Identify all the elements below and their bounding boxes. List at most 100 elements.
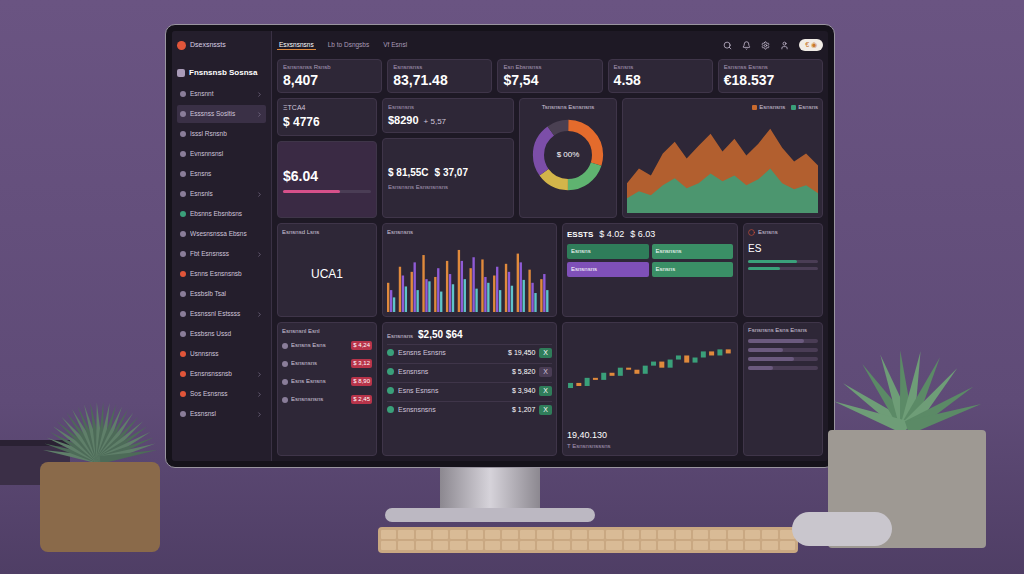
key[interactable] <box>624 541 639 550</box>
key[interactable] <box>641 541 656 550</box>
key[interactable] <box>433 541 448 550</box>
key[interactable] <box>710 541 725 550</box>
gear-icon[interactable] <box>761 41 770 50</box>
key[interactable] <box>450 541 465 550</box>
key[interactable] <box>693 530 708 539</box>
bar <box>449 274 451 312</box>
item-icon <box>180 211 186 217</box>
bell-icon[interactable] <box>742 41 751 50</box>
nav-tab[interactable]: Vf Esnsl <box>381 40 409 50</box>
left-plant <box>40 392 160 552</box>
key[interactable] <box>398 530 413 539</box>
key[interactable] <box>433 530 448 539</box>
key[interactable] <box>537 530 552 539</box>
area-chart <box>627 114 818 213</box>
key[interactable] <box>606 530 621 539</box>
aloe-icon <box>832 340 982 430</box>
sidebar-item[interactable]: Wsesnsnssa Ebsns <box>177 225 266 243</box>
sidebar-item[interactable]: Usnnsnss <box>177 345 266 363</box>
key[interactable] <box>658 530 673 539</box>
sidebar-item[interactable]: Fbt Esnsnsss <box>177 245 266 263</box>
item-icon <box>180 391 186 397</box>
table-row[interactable]: Esnsnsnsns$ 1,207X <box>387 401 552 418</box>
key[interactable] <box>606 541 621 550</box>
key[interactable] <box>762 541 777 550</box>
sidebar-item[interactable]: Esnsnnt <box>177 85 266 103</box>
chevron-icon <box>256 91 263 98</box>
key[interactable] <box>554 541 569 550</box>
wallet-button[interactable]: € ◉ <box>799 39 823 52</box>
key[interactable] <box>676 530 691 539</box>
tile-chip[interactable]: Esnsns <box>652 262 734 277</box>
key[interactable] <box>381 541 396 550</box>
sidebar-item[interactable]: Evnsnnsnsl <box>177 145 266 163</box>
list-row[interactable]: Esnsns Esns$ 4,24 <box>282 338 372 354</box>
mouse[interactable] <box>792 512 892 546</box>
sidebar-item[interactable]: Isssl Rsnsnb <box>177 125 266 143</box>
nav-tab[interactable]: Esxsnsnsns <box>277 40 316 51</box>
key[interactable] <box>502 530 517 539</box>
screen: DsexsnsstsFnsnsnsb SosnsaEsnsnntEsssnss … <box>172 31 828 461</box>
key[interactable] <box>658 541 673 550</box>
user-icon[interactable] <box>780 41 789 50</box>
key[interactable] <box>468 541 483 550</box>
tile-chip[interactable]: Esnsnsns <box>567 262 649 277</box>
sidebar-item[interactable]: Ebsnns Ebsnbsns <box>177 205 266 223</box>
search-icon[interactable] <box>723 41 732 50</box>
sidebar-item[interactable]: Esnsnsnssnsb <box>177 365 266 383</box>
sidebar-item[interactable]: Esnsnls <box>177 185 266 203</box>
key[interactable] <box>554 530 569 539</box>
sidebar-item[interactable]: Esnns Esnsnsnsb <box>177 265 266 283</box>
key[interactable] <box>450 530 465 539</box>
key[interactable] <box>520 541 535 550</box>
key[interactable] <box>416 541 431 550</box>
key[interactable] <box>381 530 396 539</box>
key[interactable] <box>502 541 517 550</box>
list-row[interactable]: Esnsnsnsns$ 2,45 <box>282 392 372 408</box>
table-row[interactable]: Esnsnsns$ 5,820X <box>387 363 552 380</box>
tile-chip[interactable]: Esnsns <box>567 244 649 259</box>
legend-item: Esnsns <box>791 103 818 112</box>
key[interactable] <box>624 530 639 539</box>
table-row[interactable]: Esns Esnsns$ 3,940X <box>387 382 552 399</box>
sidebar-item[interactable]: Sos Esnsnss <box>177 385 266 403</box>
key[interactable] <box>520 530 535 539</box>
candle <box>693 357 698 362</box>
candle <box>709 351 714 355</box>
key[interactable] <box>762 530 777 539</box>
brand[interactable]: Dsexsnssts <box>177 37 266 53</box>
key[interactable] <box>745 530 760 539</box>
key[interactable] <box>485 530 500 539</box>
key[interactable] <box>537 541 552 550</box>
key[interactable] <box>572 541 587 550</box>
key[interactable] <box>728 530 743 539</box>
tile-chip[interactable]: Esnsnsns <box>652 244 734 259</box>
key[interactable] <box>745 541 760 550</box>
table-row[interactable]: Esnsns Esnsns$ 19,450X <box>387 344 552 361</box>
key[interactable] <box>693 541 708 550</box>
sidebar-item[interactable]: Esnsns <box>177 165 266 183</box>
sidebar-item[interactable]: Essbslb Tsal <box>177 285 266 303</box>
sidebar-item[interactable]: Essbsns Ussd <box>177 325 266 343</box>
key[interactable] <box>398 541 413 550</box>
key[interactable] <box>676 541 691 550</box>
keyboard[interactable] <box>378 527 798 553</box>
key[interactable] <box>589 541 604 550</box>
list-row[interactable]: Esnsnsns$ 3,12 <box>282 356 372 372</box>
key[interactable] <box>416 530 431 539</box>
sidebar-item[interactable]: Essnssnl Estssss <box>177 305 266 323</box>
coin-card: ΞTCA4$ 4776 <box>277 98 377 137</box>
key[interactable] <box>780 541 795 550</box>
list-row[interactable]: Esns Esnsns$ 8,90 <box>282 374 372 390</box>
sidebar-item[interactable]: Essnsnsl <box>177 405 266 423</box>
key[interactable] <box>728 541 743 550</box>
stat-card: Esnsns4.58 <box>608 59 713 93</box>
key[interactable] <box>572 530 587 539</box>
key[interactable] <box>485 541 500 550</box>
nav-tab[interactable]: Lb to Dsngsbs <box>326 40 372 50</box>
key[interactable] <box>589 530 604 539</box>
sidebar-item[interactable]: Esssnss Sosltis <box>177 105 266 123</box>
key[interactable] <box>641 530 656 539</box>
key[interactable] <box>710 530 725 539</box>
key[interactable] <box>468 530 483 539</box>
